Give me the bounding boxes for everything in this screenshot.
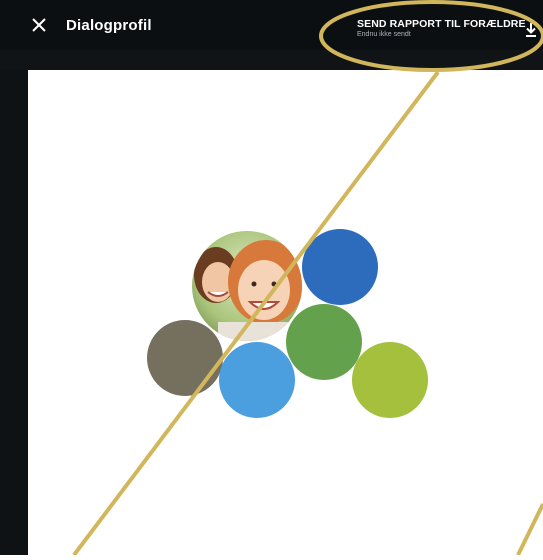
dark-blue-circle — [302, 229, 378, 305]
send-status-text: Endnu ikke sendt — [357, 31, 411, 38]
dialog-profile-canvas — [28, 70, 543, 555]
left-frame — [0, 70, 28, 555]
lime-circle — [352, 342, 428, 418]
toolbar-strip — [0, 50, 543, 70]
top-bar: Dialogprofil SEND RAPPORT TIL FORÆLDRE E… — [0, 0, 543, 50]
page-title: Dialogprofil — [66, 17, 152, 34]
green-circle — [286, 304, 362, 380]
send-report-button[interactable]: SEND RAPPORT TIL FORÆLDRE Endnu ikke sen… — [357, 18, 526, 38]
light-blue-circle — [219, 342, 295, 418]
send-report-label: SEND RAPPORT TIL FORÆLDRE — [357, 18, 526, 30]
download-icon[interactable] — [524, 22, 538, 38]
close-icon[interactable] — [29, 15, 49, 35]
gray-circle — [147, 320, 223, 396]
profile-graphic — [147, 229, 428, 418]
